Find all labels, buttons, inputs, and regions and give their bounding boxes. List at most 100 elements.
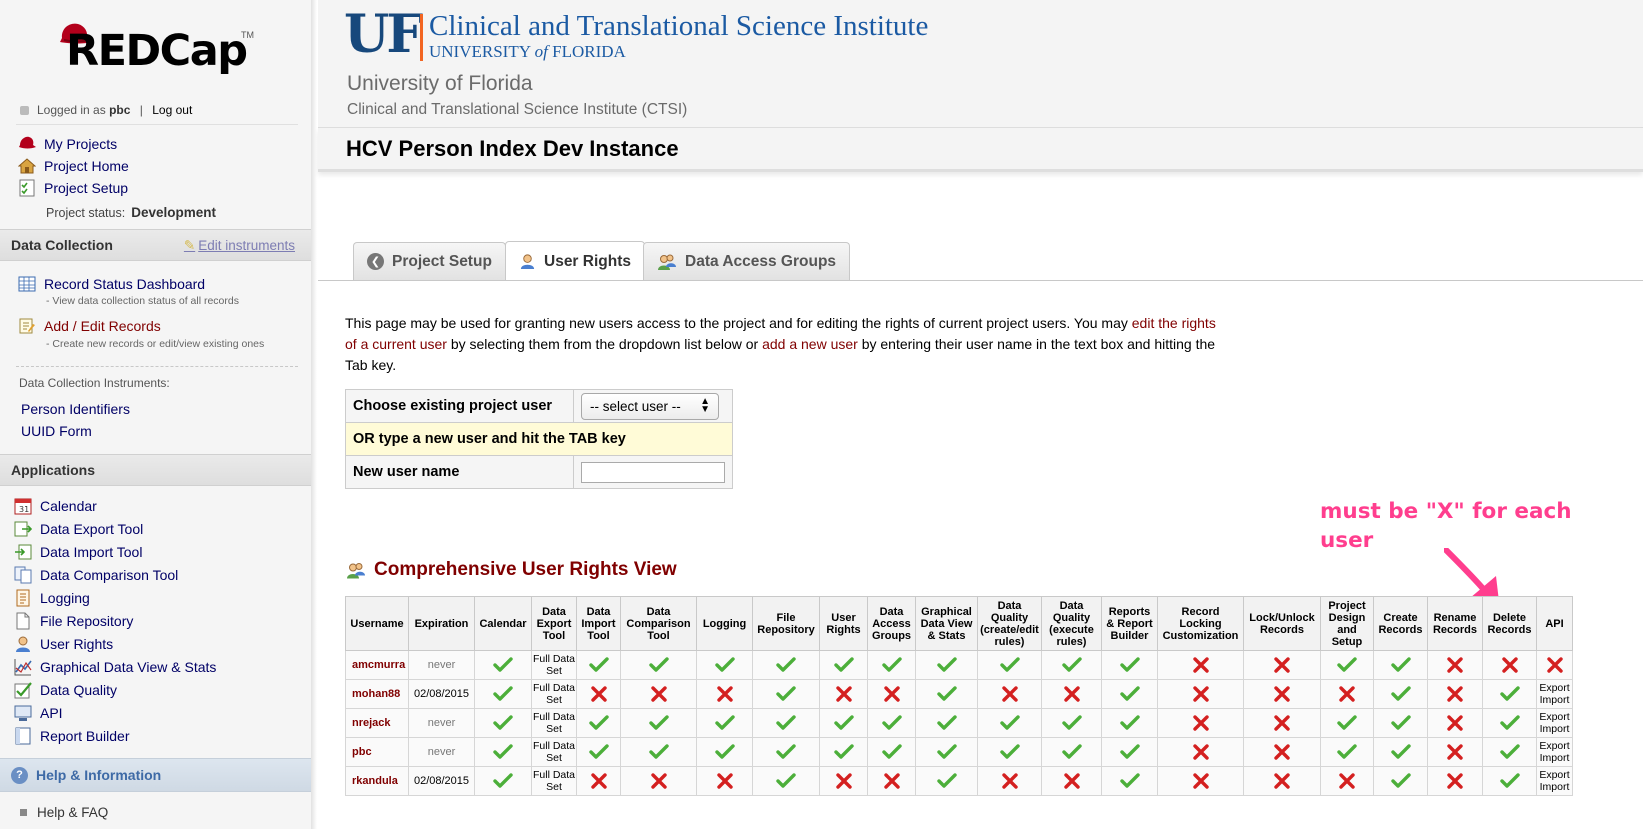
api-export: Export bbox=[1539, 740, 1570, 752]
logout-link[interactable]: Log out bbox=[152, 103, 192, 117]
app-data-quality[interactable]: Data Quality bbox=[14, 681, 117, 699]
column-header: Project Design and Setup bbox=[1320, 596, 1374, 651]
permission-granted-cell bbox=[1482, 708, 1537, 738]
permission-granted-cell bbox=[752, 708, 820, 738]
pencil-icon: ✎ bbox=[183, 238, 196, 253]
check-icon bbox=[1390, 744, 1411, 759]
check-icon bbox=[833, 657, 854, 672]
app-report-builder[interactable]: Report Builder bbox=[14, 727, 130, 745]
add-new-user-link[interactable]: add a new user bbox=[762, 336, 858, 352]
username-link[interactable]: nrejack bbox=[345, 708, 409, 738]
nav-record-status-dashboard[interactable]: Record Status Dashboard bbox=[18, 275, 205, 293]
ctsi-sub-post: FLORIDA bbox=[552, 42, 626, 61]
permission-denied-cell bbox=[977, 766, 1042, 796]
applications-title: Applications bbox=[11, 462, 96, 478]
permission-granted-cell bbox=[474, 737, 532, 767]
check-icon bbox=[1390, 686, 1411, 701]
nav-project-home[interactable]: Project Home bbox=[18, 157, 129, 175]
x-icon bbox=[1447, 657, 1463, 673]
x-icon bbox=[1339, 686, 1355, 702]
user-selection-form: Choose existing project user -- select u… bbox=[345, 389, 733, 489]
check-icon bbox=[936, 657, 957, 672]
nav-my-projects[interactable]: My Projects bbox=[18, 135, 117, 153]
api-import: Import bbox=[1539, 781, 1570, 793]
permission-granted-cell bbox=[1041, 650, 1102, 680]
app-graphical-data-view[interactable]: Graphical Data View & Stats bbox=[14, 658, 216, 676]
import-icon bbox=[15, 544, 32, 560]
check-icon bbox=[493, 773, 513, 788]
x-icon bbox=[1274, 773, 1290, 789]
permission-denied-cell bbox=[1536, 650, 1573, 680]
check-icon bbox=[588, 657, 609, 672]
column-header: Graphical Data View & Stats bbox=[915, 596, 978, 651]
app-data-import-tool[interactable]: Data Import Tool bbox=[14, 543, 142, 561]
tab-data-access-groups[interactable]: Data Access Groups bbox=[643, 242, 851, 280]
app-calendar[interactable]: 31 Calendar bbox=[14, 497, 97, 515]
check-icon bbox=[1119, 657, 1140, 672]
help-information-header[interactable]: ? Help & Information bbox=[0, 758, 311, 792]
help-faq-link[interactable]: Help & FAQ bbox=[20, 805, 108, 820]
check-icon bbox=[999, 744, 1020, 759]
permission-denied-cell bbox=[576, 766, 621, 796]
permission-granted-cell bbox=[696, 650, 753, 680]
tab-user-rights[interactable]: User Rights bbox=[505, 241, 645, 281]
institution-name: University of Florida bbox=[347, 72, 533, 95]
permission-denied-cell bbox=[620, 679, 697, 709]
tab-project-setup[interactable]: ❮ Project Setup bbox=[353, 242, 506, 280]
check-icon bbox=[714, 744, 735, 759]
permission-granted-cell bbox=[1320, 708, 1374, 738]
edit-instruments-link[interactable]: ✎ Edit instruments bbox=[184, 238, 295, 254]
expiration-cell: 02/08/2015 bbox=[408, 679, 475, 709]
check-icon bbox=[833, 744, 854, 759]
permission-granted-cell bbox=[867, 708, 916, 738]
check-icon bbox=[936, 773, 957, 788]
ctsi-title: Clinical and Translational Science Insti… bbox=[429, 10, 929, 42]
x-icon bbox=[1546, 657, 1563, 673]
house-icon bbox=[18, 158, 36, 174]
x-icon bbox=[1063, 686, 1080, 702]
api-import: Import bbox=[1539, 694, 1570, 706]
app-data-export-tool[interactable]: Data Export Tool bbox=[14, 520, 143, 538]
new-user-input[interactable] bbox=[581, 461, 725, 483]
x-icon bbox=[590, 773, 607, 789]
nav-project-setup[interactable]: Project Setup bbox=[18, 179, 128, 197]
permission-denied-cell bbox=[977, 679, 1042, 709]
app-file-repository[interactable]: File Repository bbox=[14, 612, 133, 630]
column-header: Logging bbox=[696, 596, 753, 651]
username-link[interactable]: amcmurra bbox=[345, 650, 409, 680]
username-link[interactable]: pbc bbox=[345, 737, 409, 767]
x-icon bbox=[1192, 657, 1209, 673]
check-icon bbox=[1499, 686, 1520, 701]
form-row: Choose existing project user -- select u… bbox=[345, 389, 733, 423]
app-api[interactable]: API bbox=[14, 704, 63, 722]
table-row: rkandula 02/08/2015 Full Data Set Export Imp… bbox=[345, 766, 1573, 796]
check-icon bbox=[1119, 715, 1140, 730]
username-link[interactable]: rkandula bbox=[345, 766, 409, 796]
check-icon bbox=[881, 744, 902, 759]
permission-granted-cell bbox=[867, 737, 916, 767]
permission-denied-cell bbox=[1041, 679, 1102, 709]
permission-text-cell: Full Data Set bbox=[531, 766, 577, 796]
check-icon bbox=[493, 715, 513, 730]
app-user-rights[interactable]: User Rights bbox=[14, 635, 113, 653]
instrument-uuid-form[interactable]: UUID Form bbox=[21, 423, 92, 439]
permission-denied-cell bbox=[1427, 737, 1483, 767]
check-icon bbox=[588, 744, 609, 759]
app-label: API bbox=[40, 705, 63, 721]
permission-granted-cell bbox=[819, 737, 868, 767]
permission-text-cell: Export Import bbox=[1536, 679, 1573, 709]
svg-text:31: 31 bbox=[19, 505, 29, 514]
permission-text-cell: Export Import bbox=[1536, 737, 1573, 767]
app-logging[interactable]: Logging bbox=[14, 589, 90, 607]
instruments-label: Data Collection Instruments: bbox=[19, 376, 170, 390]
username-link[interactable]: mohan88 bbox=[345, 679, 409, 709]
nav-add-edit-records[interactable]: Add / Edit Records bbox=[18, 317, 161, 335]
instrument-person-identifiers[interactable]: Person Identifiers bbox=[21, 401, 130, 417]
select-user-dropdown[interactable]: -- select user -- ▲ ▼ bbox=[581, 392, 719, 420]
app-data-comparison-tool[interactable]: Data Comparison Tool bbox=[14, 566, 178, 584]
x-icon bbox=[716, 686, 733, 702]
permission-granted-cell bbox=[1041, 708, 1102, 738]
project-status-value: Development bbox=[131, 205, 216, 220]
check-icon bbox=[1119, 773, 1140, 788]
redcap-logo[interactable]: REDCap TM bbox=[58, 18, 258, 78]
